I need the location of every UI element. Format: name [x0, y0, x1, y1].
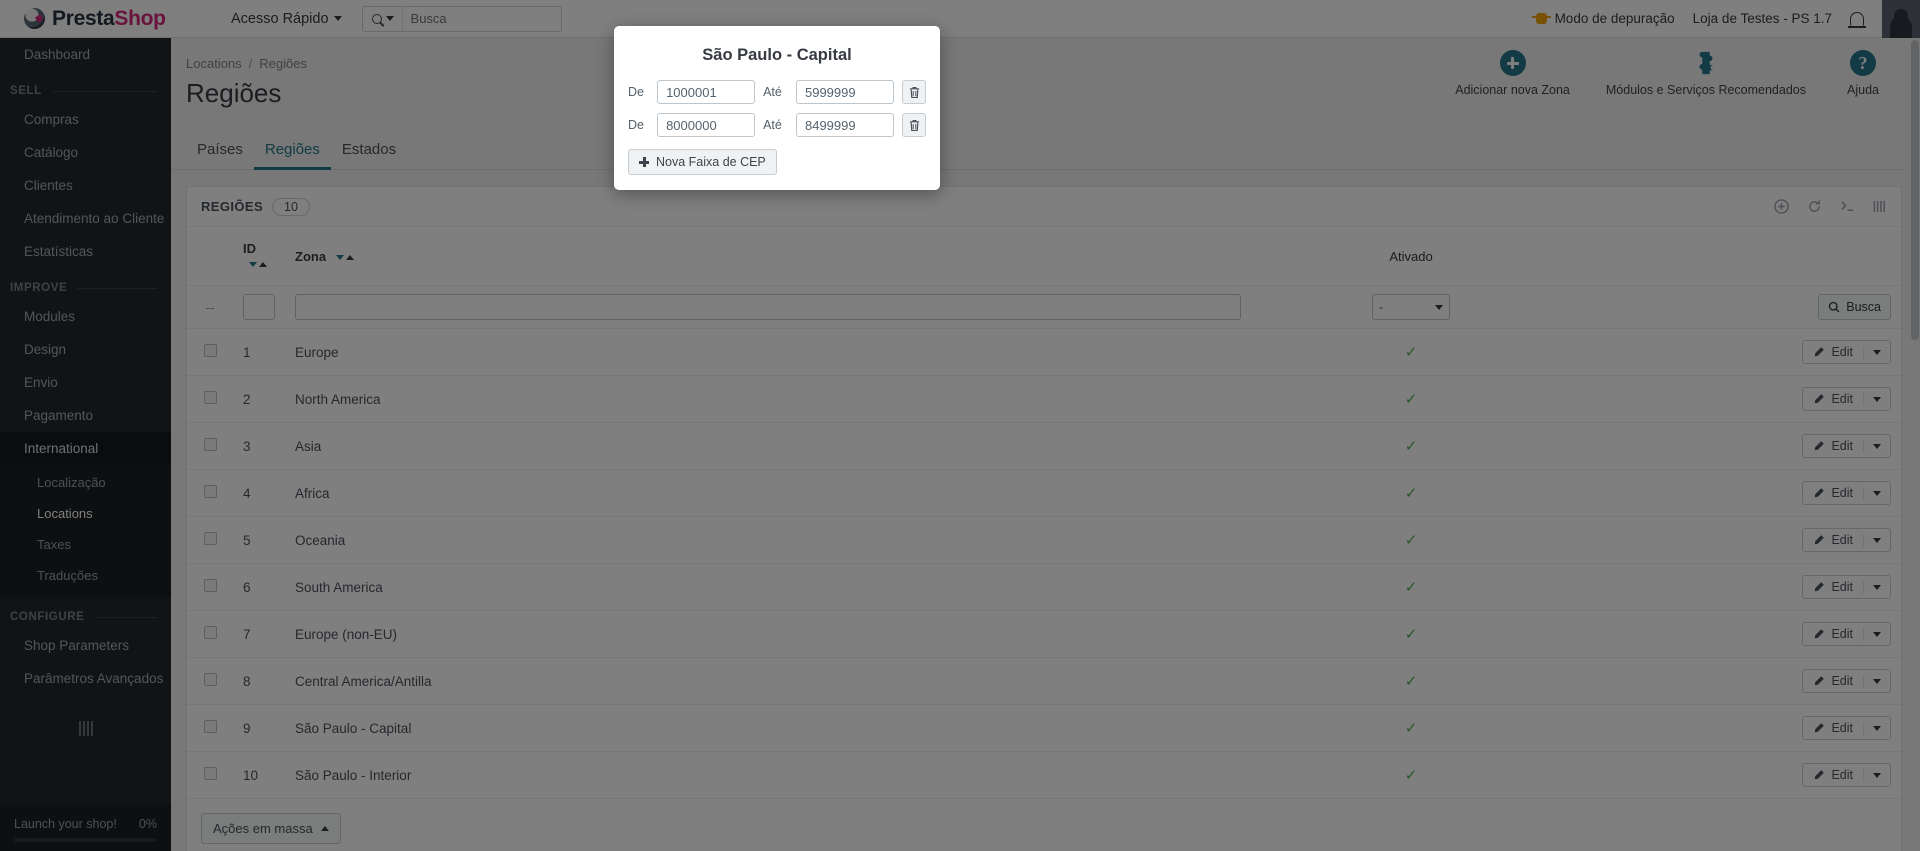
zip-to-input-2[interactable]	[795, 113, 894, 137]
to-label: Até	[763, 85, 782, 99]
trash-icon	[909, 119, 919, 131]
delete-range-button-1[interactable]	[901, 80, 927, 104]
zip-to-input-1[interactable]	[795, 80, 894, 104]
new-zip-range-button[interactable]: Nova Faixa de CEP	[628, 149, 777, 175]
trash-icon	[909, 86, 919, 98]
from-label: De	[628, 118, 644, 132]
zip-range-row: De Até	[628, 113, 927, 137]
zip-from-input-1[interactable]	[657, 80, 756, 104]
zip-range-modal: São Paulo - Capital De Até De Até	[614, 26, 940, 190]
to-label: Até	[763, 118, 782, 132]
modal-backdrop[interactable]	[0, 0, 1920, 851]
modal-title: São Paulo - Capital	[702, 46, 852, 64]
plus-icon	[639, 157, 649, 167]
zip-from-input-2[interactable]	[657, 113, 756, 137]
zip-range-row: De Até	[628, 80, 927, 104]
new-zip-range-label: Nova Faixa de CEP	[656, 155, 766, 169]
from-label: De	[628, 85, 644, 99]
delete-range-button-2[interactable]	[901, 113, 927, 137]
